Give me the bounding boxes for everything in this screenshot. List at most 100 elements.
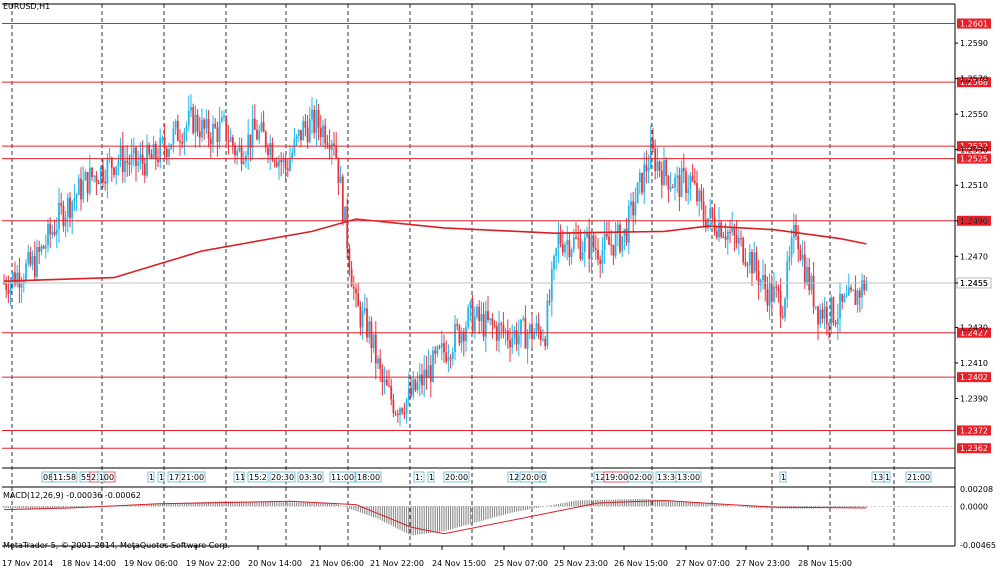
candle-body (676, 175, 679, 178)
candle-body (762, 275, 764, 280)
event-label: 11:00 (331, 473, 354, 482)
level-price: 1.2372 (960, 426, 988, 435)
candles (3, 94, 868, 427)
candle-body (407, 387, 410, 400)
candle-body (737, 238, 740, 244)
candle-body (445, 352, 448, 362)
candle-body (383, 379, 386, 383)
event-label: 11 (235, 473, 245, 482)
y-tick-label: 1.2550 (960, 110, 988, 119)
candle-body (759, 279, 762, 285)
candle-body (165, 148, 168, 157)
candle-body (735, 235, 738, 244)
candle-body (212, 123, 214, 145)
candle-body (473, 316, 476, 332)
candle-body (69, 197, 71, 219)
candle-body (665, 159, 668, 176)
candle-body (421, 374, 423, 386)
candle-body (207, 118, 210, 139)
candle-body (348, 248, 351, 269)
y-tick-label: 1.2510 (960, 181, 988, 190)
candle-body (674, 177, 676, 188)
candle-body (817, 306, 819, 325)
candle-body (493, 324, 496, 327)
candle-body (278, 160, 280, 167)
candle-body (797, 236, 800, 250)
candle-body (302, 121, 305, 141)
candle-body (357, 293, 360, 307)
candle-body (91, 167, 93, 178)
level-price: 1.2601 (960, 20, 988, 29)
candle-body (172, 128, 175, 145)
candle-body (456, 324, 459, 326)
candle-body (480, 314, 483, 322)
candle-body (306, 127, 309, 143)
candle-body (693, 180, 696, 184)
candle-body (187, 110, 190, 126)
candle-body (44, 245, 47, 249)
event-label: 03:30 (299, 473, 322, 482)
event-label: 11:58 (53, 473, 76, 482)
horizontal-levels[interactable]: 1.26011.25681.25321.25251.24901.24271.24… (2, 18, 991, 454)
candle-body (401, 408, 404, 413)
candle-body (194, 114, 197, 133)
mt5-chart-window: 1.2601 1.2568 1.2532 1.2525 1.2490 1.2427 1.24… (0, 0, 1000, 571)
candle-body (372, 334, 375, 348)
candle-body (498, 323, 500, 341)
candle-body (465, 327, 467, 342)
candle-body (390, 385, 393, 400)
level-price: 1.2525 (960, 155, 988, 164)
candle-body (691, 175, 694, 181)
macd-tick-label: 0.0000 (960, 502, 988, 511)
candle-body (256, 129, 258, 140)
candle-body (689, 175, 692, 189)
candle-body (242, 161, 245, 164)
candle-body (410, 387, 412, 396)
candle-body (605, 233, 608, 237)
candle-body (304, 121, 307, 128)
candle-body (234, 146, 236, 156)
candle-body (795, 224, 797, 237)
candle-body (284, 158, 287, 169)
candle-body (570, 249, 573, 257)
candle-body (370, 321, 373, 348)
candle-body (467, 307, 470, 328)
candle-body (262, 122, 265, 133)
candle-body (654, 148, 657, 172)
time-label: 27 Nov 07:00 (676, 559, 730, 568)
candle-body (150, 154, 153, 159)
candle-body (251, 118, 254, 148)
candle-body (555, 248, 558, 257)
candle-body (742, 238, 745, 263)
candle-body (557, 232, 560, 249)
candle-body (471, 301, 474, 332)
candle-body (25, 263, 27, 281)
macd-label: MACD(12,26,9) -0.00036 -0.00062 (3, 491, 141, 500)
event-label: 20:30 (271, 473, 294, 482)
candle-body (240, 145, 243, 164)
candle-body (482, 314, 485, 337)
candle-body (502, 324, 505, 332)
candle-body (297, 129, 300, 136)
candle-body (209, 138, 212, 145)
candle-body (231, 137, 234, 147)
candle-body (548, 300, 551, 302)
candle-body (183, 131, 186, 144)
candle-body (487, 310, 489, 320)
candle-body (99, 166, 102, 184)
time-label: 28 Nov 15:00 (798, 559, 852, 568)
price-chart[interactable]: 1.26011.25681.25321.25251.24901.24271.24… (0, 0, 1000, 571)
candle-body (599, 259, 602, 265)
candle-body (564, 244, 566, 253)
candle-body (667, 175, 670, 190)
candle-body (377, 358, 379, 364)
candle-body (770, 282, 773, 302)
y-tick-label: 1.2530 (960, 146, 988, 155)
candle-body (806, 267, 808, 285)
candle-body (553, 256, 555, 270)
candle-body (157, 159, 159, 163)
candle-body (71, 201, 74, 219)
candle-body (143, 163, 146, 176)
candle-body (205, 118, 208, 129)
candle-body (53, 231, 56, 235)
